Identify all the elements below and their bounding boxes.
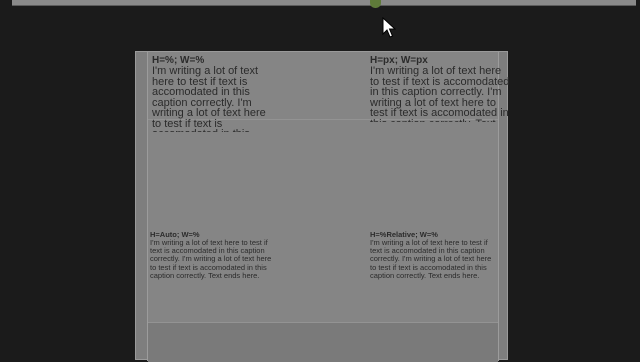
top-slider-track[interactable] <box>12 0 636 6</box>
caption-text: I'm writing a lot of text here to test i… <box>370 238 492 280</box>
caption-box-relative: H=%Relative; W=% I'm writing a lot of te… <box>370 230 492 306</box>
mouse-pointer-icon <box>382 17 396 38</box>
caption-box-percent: H=%; W=% I'm writing a lot of text here … <box>152 56 270 132</box>
bottom-row-band <box>148 322 498 362</box>
caption-box-px: H=px; W=px I'm writing a lot of text her… <box>370 56 510 122</box>
caption-box-auto: H=Auto; W=% I'm writing a lot of text he… <box>150 230 272 306</box>
caption-text: I'm writing a lot of text here to test i… <box>370 65 510 123</box>
top-slider-thumb[interactable] <box>370 0 381 8</box>
caption-text: I'm writing a lot of text here to test i… <box>152 65 266 133</box>
caption-text: I'm writing a lot of text here to test i… <box>150 238 272 280</box>
